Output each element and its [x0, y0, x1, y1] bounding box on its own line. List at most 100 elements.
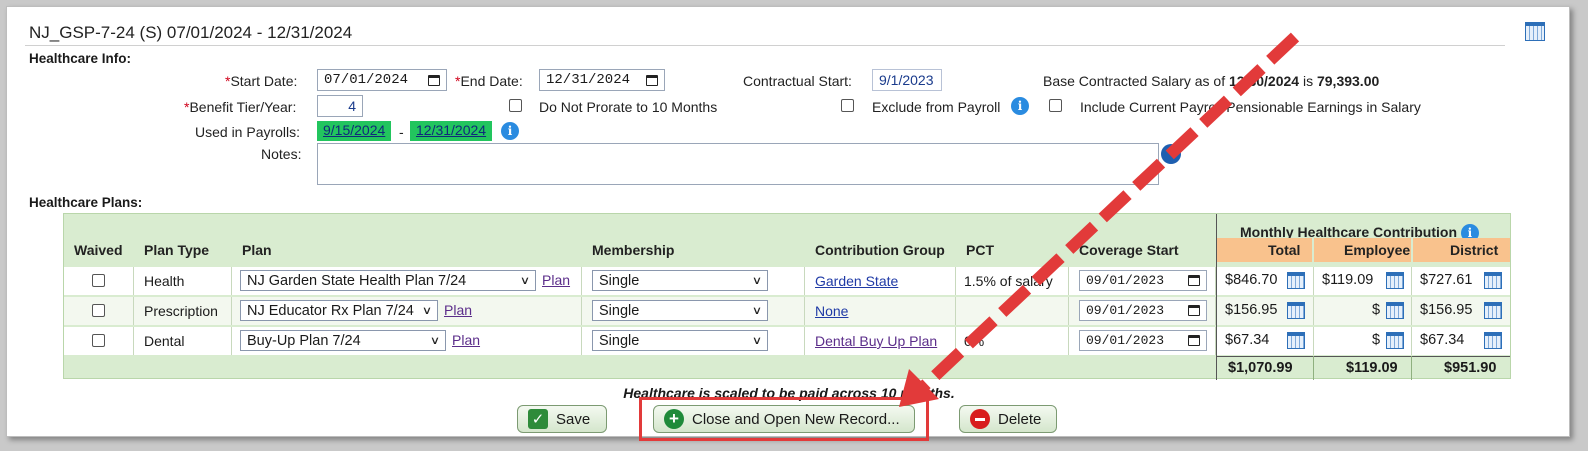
include-earnings-checkbox[interactable] — [1049, 99, 1062, 112]
col-coverage-start: Coverage Start — [1079, 242, 1179, 258]
calendar-icon[interactable] — [1287, 302, 1305, 319]
calendar-icon[interactable] — [1188, 305, 1200, 316]
col-plan-type: Plan Type — [144, 242, 210, 258]
plan-link[interactable]: Plan — [542, 272, 570, 288]
notes-textarea[interactable] — [317, 143, 1159, 185]
start-date-label: *Start Date: — [225, 73, 298, 89]
payroll-start-link[interactable]: 9/15/2024 — [317, 121, 392, 141]
district-amount: $156.95 — [1420, 302, 1473, 318]
exclude-payroll-label: Exclude from Payroll — [872, 99, 1001, 115]
plan-select[interactable]: NJ Educator Rx Plan 7/24 ∨ — [240, 300, 438, 321]
waived-checkbox[interactable] — [92, 304, 105, 317]
calendar-icon[interactable] — [646, 74, 658, 86]
table-row: Health NJ Garden State Health Plan 7/24 ∨… — [64, 267, 1510, 295]
employee-amount: $ — [1372, 332, 1381, 348]
calendar-icon[interactable] — [1484, 302, 1502, 319]
delete-button[interactable]: Delete — [959, 405, 1057, 433]
table-row: Dental Buy-Up Plan 7/24 ∨ Plan Single ∨ De… — [64, 327, 1510, 355]
plan-type: Health — [144, 273, 185, 289]
info-icon[interactable]: i — [501, 122, 519, 140]
exclude-payroll-checkbox[interactable] — [841, 99, 854, 112]
col-district: District — [1450, 242, 1499, 258]
calendar-icon[interactable] — [1484, 272, 1502, 289]
info-icon[interactable]: i — [1011, 97, 1029, 115]
calendar-icon[interactable] — [1386, 272, 1404, 289]
plan-select[interactable]: NJ Garden State Health Plan 7/24 ∨ — [240, 270, 536, 291]
calendar-icon[interactable] — [428, 74, 440, 86]
membership-select[interactable]: Single ∨ — [592, 270, 768, 291]
end-date-label: *End Date: — [455, 73, 523, 89]
calendar-icon[interactable] — [1287, 272, 1305, 289]
col-membership: Membership — [592, 242, 675, 258]
calendar-icon[interactable] — [1386, 302, 1404, 319]
membership-select[interactable]: Single ∨ — [592, 300, 768, 321]
col-total: Total — [1268, 242, 1301, 258]
employee-amount: $ — [1372, 302, 1381, 318]
waived-checkbox[interactable] — [92, 334, 105, 347]
highlight-box — [639, 397, 929, 441]
base-salary-text: Base Contracted Salary as of 12/30/2024 … — [1043, 73, 1380, 89]
contribution-group-link[interactable]: None — [815, 303, 848, 319]
grand-total: $1,070.99 — [1228, 360, 1293, 376]
contractual-start-field: 9/1/2023 — [872, 69, 942, 91]
save-button[interactable]: ✓ Save — [517, 405, 607, 433]
coverage-start-input[interactable]: 09/01/2023 — [1079, 330, 1207, 351]
healthcare-plans-table: Monthly Healthcare Contribution i Waived… — [63, 213, 1511, 380]
plan-type: Prescription — [144, 303, 218, 319]
calendar-icon[interactable] — [1484, 332, 1502, 349]
chevron-down-icon: ∨ — [421, 305, 433, 317]
col-waived: Waived — [74, 242, 123, 258]
chevron-down-icon: ∨ — [751, 335, 763, 347]
district-amount: $67.34 — [1420, 332, 1465, 348]
waived-checkbox[interactable] — [92, 274, 105, 287]
district-total: $951.90 — [1444, 360, 1497, 376]
chevron-down-icon: ∨ — [429, 335, 441, 347]
plan-select[interactable]: Buy-Up Plan 7/24 ∨ — [240, 330, 446, 351]
used-in-payrolls-label: Used in Payrolls: — [195, 124, 301, 140]
notes-expand-icon[interactable] — [1161, 144, 1181, 164]
pct-value: 0% — [964, 333, 985, 349]
employee-total: $119.09 — [1346, 360, 1398, 376]
end-date-input[interactable]: 12/31/2024 — [539, 69, 665, 91]
include-earnings-label: Include Current Payroll Pensionable Earn… — [1080, 99, 1421, 115]
calendar-icon[interactable] — [1188, 275, 1200, 286]
contribution-group-link[interactable]: Dental Buy Up Plan — [815, 333, 937, 349]
table-row: Prescription NJ Educator Rx Plan 7/24 ∨ P… — [64, 297, 1510, 325]
start-date-input[interactable]: 07/01/2024 — [317, 69, 447, 91]
contribution-group-link[interactable]: Garden State — [815, 273, 898, 289]
col-pct: PCT — [966, 242, 994, 258]
pct-value: 1.5% of salary — [964, 273, 1053, 289]
total-amount: $67.34 — [1225, 332, 1270, 348]
notes-label: Notes: — [261, 146, 302, 162]
col-contribution-group: Contribution Group — [815, 242, 945, 258]
calendar-icon[interactable] — [1386, 332, 1404, 349]
delete-icon — [970, 409, 990, 429]
plan-type: Dental — [144, 333, 185, 349]
membership-select[interactable]: Single ∨ — [592, 330, 768, 351]
no-prorate-label: Do Not Prorate to 10 Months — [539, 99, 718, 115]
healthcare-plans-heading: Healthcare Plans: — [29, 195, 143, 210]
no-prorate-checkbox[interactable] — [509, 99, 522, 112]
payroll-end-link[interactable]: 12/31/2024 — [410, 121, 493, 141]
chevron-down-icon: ∨ — [519, 275, 531, 287]
healthcare-record-panel: NJ_GSP-7-24 (S) 07/01/2024 - 12/31/2024 … — [6, 6, 1570, 441]
plan-link[interactable]: Plan — [452, 332, 480, 348]
coverage-start-input[interactable]: 09/01/2023 — [1079, 270, 1207, 291]
calendar-icon[interactable] — [1188, 335, 1200, 346]
benefit-tier-input[interactable]: 4 — [317, 95, 363, 117]
col-employee: Employee — [1344, 242, 1411, 258]
healthcare-info-heading: Healthcare Info: — [29, 51, 132, 66]
calendar-icon[interactable] — [1287, 332, 1305, 349]
payroll-dash: - — [399, 124, 404, 140]
plan-link[interactable]: Plan — [444, 302, 472, 318]
contractual-start-label: Contractual Start: — [743, 73, 852, 89]
chevron-down-icon: ∨ — [751, 275, 763, 287]
chevron-down-icon: ∨ — [751, 305, 763, 317]
total-amount: $156.95 — [1225, 302, 1278, 318]
record-title: NJ_GSP-7-24 (S) 07/01/2024 - 12/31/2024 — [29, 23, 353, 42]
coverage-start-input[interactable]: 09/01/2023 — [1079, 300, 1207, 321]
checkmark-icon: ✓ — [528, 409, 548, 429]
calendar-icon[interactable] — [1525, 22, 1545, 41]
title-divider — [25, 45, 1505, 46]
col-plan: Plan — [242, 242, 272, 258]
